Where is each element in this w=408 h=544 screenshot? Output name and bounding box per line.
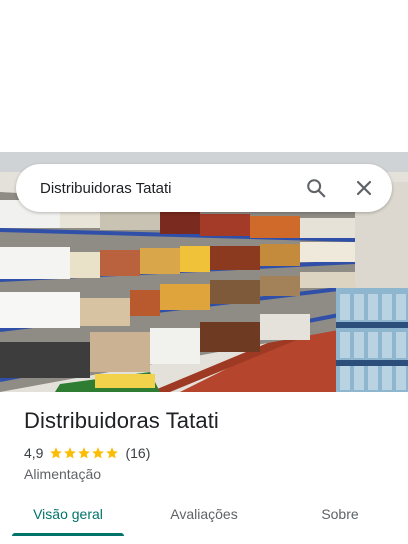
- star-icon: [92, 447, 105, 459]
- rating-stars: [49, 446, 119, 460]
- clear-search-button[interactable]: [340, 164, 388, 212]
- tab-overview[interactable]: Visão geral: [0, 496, 136, 536]
- place-category[interactable]: Alimentação: [24, 466, 101, 482]
- tab-reviews[interactable]: Avaliações: [136, 496, 272, 532]
- review-count[interactable]: (16): [125, 445, 150, 461]
- place-title: Distribuidoras Tatati: [24, 408, 219, 433]
- search-button[interactable]: [292, 164, 340, 212]
- search-bar[interactable]: Distribuidoras Tatati: [16, 164, 392, 212]
- tab-about[interactable]: Sobre: [272, 496, 408, 532]
- search-icon: [305, 177, 327, 199]
- close-icon: [355, 179, 373, 197]
- search-input[interactable]: Distribuidoras Tatati: [16, 180, 292, 197]
- star-icon: [50, 447, 63, 459]
- star-icon: [106, 447, 119, 459]
- tab-active-indicator: [12, 533, 124, 536]
- tab-bar: Visão geral Avaliações Sobre: [0, 496, 408, 536]
- tab-label: Sobre: [321, 506, 359, 522]
- star-icon: [78, 447, 91, 459]
- rating-value: 4,9: [24, 445, 44, 461]
- tab-label: Visão geral: [33, 506, 103, 522]
- tab-label: Avaliações: [170, 506, 238, 522]
- star-icon: [64, 447, 77, 459]
- rating-row[interactable]: 4,9 (16): [24, 444, 150, 462]
